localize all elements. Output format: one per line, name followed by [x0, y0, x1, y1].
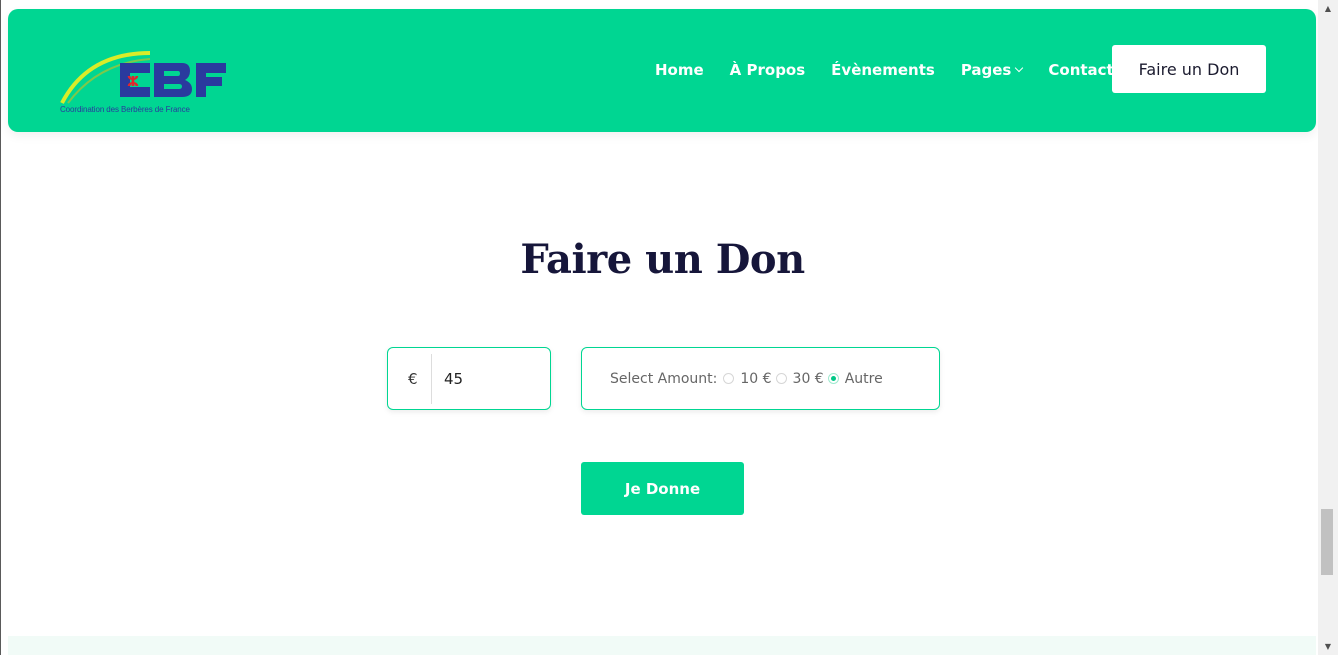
- select-amount-group: Select Amount: 10 € 30 € Autre: [581, 347, 940, 410]
- scrollbar-thumb[interactable]: [1321, 509, 1333, 575]
- radio-10[interactable]: [723, 373, 735, 384]
- currency-symbol: €: [408, 370, 418, 388]
- nav-a-propos[interactable]: À Propos: [730, 61, 806, 79]
- chevron-down-icon: [1015, 63, 1024, 73]
- amount-option-autre[interactable]: Autre: [827, 370, 883, 387]
- logo-caption: Coordination des Berbères de France: [60, 105, 190, 114]
- site-header: ⵣ Coordination des Berbères de France Ho…: [8, 9, 1316, 132]
- amount-divider: [431, 354, 432, 404]
- page-scrollbar[interactable]: ▲ ▼: [1318, 0, 1338, 655]
- nav-home[interactable]: Home: [655, 61, 704, 79]
- nav-evenements[interactable]: Évènements: [831, 61, 935, 79]
- amount-field: €: [387, 347, 551, 410]
- radio-30[interactable]: [775, 373, 787, 384]
- window-edge: [0, 0, 1, 655]
- cbf-logo[interactable]: ⵣ Coordination des Berbères de France: [58, 23, 238, 114]
- next-section-band: [8, 636, 1316, 655]
- svg-text:ⵣ: ⵣ: [127, 74, 139, 90]
- page-title-text: Faire un Don: [520, 236, 805, 283]
- amount-option-30[interactable]: 30 €: [775, 370, 824, 387]
- nav-pages[interactable]: Pages: [960, 61, 1024, 79]
- faire-un-don-button[interactable]: Faire un Don: [1112, 45, 1266, 93]
- je-donne-button[interactable]: Je Donne: [581, 462, 744, 515]
- scroll-down-arrow-icon[interactable]: ▼: [1318, 638, 1338, 655]
- scroll-up-arrow-icon[interactable]: ▲: [1318, 0, 1338, 17]
- main-nav: Home À Propos Évènements Pages Contact: [655, 61, 1140, 79]
- amount-option-30-label: 30 €: [792, 370, 824, 387]
- nav-pages-label: Pages: [960, 61, 1012, 79]
- title-wrap: Faire un Don: [0, 236, 1325, 283]
- amount-option-10-label: 10 €: [740, 370, 772, 387]
- select-amount-label: Select Amount:: [610, 370, 718, 387]
- amount-option-autre-label: Autre: [844, 370, 883, 387]
- radio-autre[interactable]: [827, 373, 839, 384]
- nav-contact[interactable]: Contact: [1048, 61, 1113, 79]
- cbf-logo-graphic: ⵣ: [60, 51, 226, 104]
- page-title: Faire un Don: [520, 236, 805, 283]
- amount-input[interactable]: [444, 364, 540, 394]
- amount-option-10[interactable]: 10 €: [723, 370, 772, 387]
